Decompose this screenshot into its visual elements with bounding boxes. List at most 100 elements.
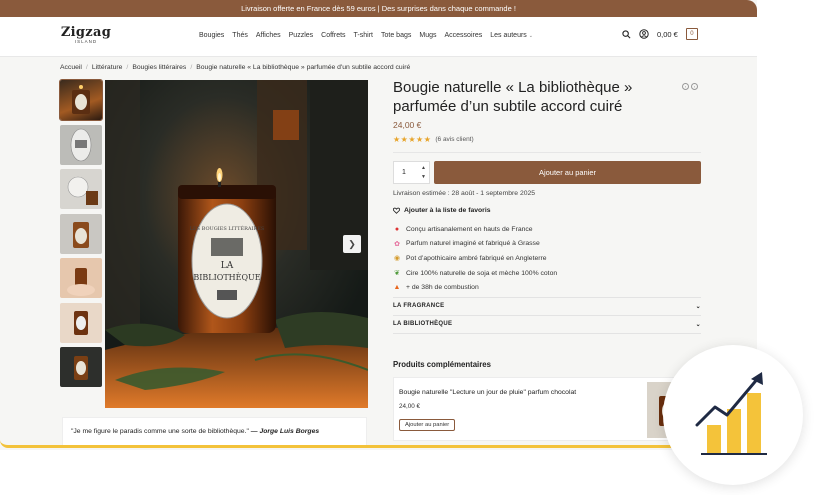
candle-photo: LES BOUGIES LITTÉRAIRES LA BIBLIOTHÈQUE — [105, 80, 368, 408]
quantity-stepper[interactable]: 1 ▲ ▼ — [393, 161, 430, 184]
breadcrumb-item[interactable]: Littérature — [92, 64, 123, 71]
product-main-image[interactable]: LES BOUGIES LITTÉRAIRES LA BIBLIOTHÈQUE … — [105, 80, 368, 408]
accordion-bibliotheque[interactable]: LA BIBLIOTHÈQUE ⌄ — [393, 314, 701, 333]
heart-icon — [393, 207, 400, 214]
product-info: ‹ › Bougie naturelle « La bibliothèque »… — [393, 78, 701, 441]
add-to-cart-row: 1 ▲ ▼ Ajouter au panier — [393, 161, 701, 184]
quote-text: "Je me figure le paradis comme une sorte… — [71, 428, 249, 435]
accordion: LA FRAGRANCE ⌄ LA BIBLIOTHÈQUE ⌄ — [393, 296, 701, 334]
account-icon[interactable] — [639, 29, 649, 39]
thumbnail[interactable] — [60, 124, 102, 165]
jar-label-line1: LES BOUGIES LITTÉRAIRES — [190, 224, 265, 232]
chevron-down-icon[interactable]: ▼ — [421, 173, 426, 182]
related-product-price: 24,00 € — [399, 402, 421, 410]
wishlist-link[interactable]: Ajouter à la liste de favoris — [393, 207, 701, 214]
thumbnail[interactable] — [59, 79, 103, 121]
thumbnail[interactable] — [60, 347, 102, 387]
feature-text: Conçu artisanalement en hauts de France — [406, 225, 533, 233]
pin-icon: ● — [394, 225, 400, 233]
thumbnail-strip — [59, 79, 103, 392]
rating-row: ★★★★★ (6 avis client) — [393, 135, 701, 144]
cart-count: 0 — [690, 31, 694, 37]
next-product-icon[interactable]: › — [691, 83, 698, 90]
candle-thumbnail-image — [72, 85, 90, 114]
nav-item-label: Les auteurs — [490, 32, 527, 39]
search-icon[interactable] — [622, 29, 631, 39]
star-rating: ★★★★★ — [393, 135, 432, 144]
breadcrumb-item[interactable]: Bougies littéraires — [132, 64, 186, 71]
chevron-right-icon[interactable]: ❯ — [343, 235, 361, 253]
flower-icon: ✿ — [394, 240, 400, 248]
nav-item-thes[interactable]: Thés — [232, 32, 248, 39]
cart-total[interactable]: 0,00 € — [657, 30, 678, 39]
cart-icon[interactable]: 0 — [685, 28, 698, 40]
prev-product-icon[interactable]: ‹ — [682, 83, 689, 90]
related-product-name[interactable]: Bougie naturelle "Lecture un jour de plu… — [399, 389, 576, 396]
nav-item-bougies[interactable]: Bougies — [199, 32, 224, 39]
delivery-estimate: Livraison estimée : 28 août - 1 septembr… — [393, 190, 536, 197]
related-add-to-cart-button[interactable]: Ajouter au panier — [399, 418, 456, 431]
feature-item: ▲ + de 38h de combustion — [393, 280, 701, 295]
related-product-card[interactable]: Bougie naturelle "Lecture un jour de plu… — [393, 376, 701, 441]
jar-icon: ◉ — [393, 255, 401, 263]
nav-item-mugs[interactable]: Mugs — [419, 32, 436, 39]
breadcrumb-separator: / — [190, 64, 193, 71]
product-pagination: ‹ › — [682, 83, 698, 90]
feature-list: ● Conçu artisanalement en hauts de France… — [393, 222, 701, 295]
main-nav: Bougies Thés Affiches Puzzles Coffrets T… — [199, 32, 533, 39]
shelf-thumbnail-image — [74, 356, 88, 380]
browser-frame: Livraison offerte en France dès 59 euros… — [0, 0, 757, 450]
accordion-fragrance[interactable]: LA FRAGRANCE ⌄ — [393, 296, 701, 315]
feature-item: ❦ Cire 100% naturelle de soja et mèche 10… — [393, 266, 701, 281]
feature-item: ◉ Pot d’apothicaire ambré fabriqué en Ang… — [393, 251, 701, 266]
thumbnail[interactable] — [60, 213, 102, 254]
nav-item-accessoires[interactable]: Accessoires — [444, 32, 482, 39]
label-thumbnail-image — [70, 128, 92, 161]
jar-label-line2: LA — [221, 261, 234, 271]
nav-item-puzzles[interactable]: Puzzles — [289, 32, 314, 39]
breadcrumb-separator: / — [126, 64, 129, 71]
breadcrumb-item[interactable]: Accueil — [60, 64, 82, 71]
frame-accent-border — [0, 440, 757, 448]
nav-item-tote-bags[interactable]: Tote bags — [381, 32, 411, 39]
leaf-icon: ❦ — [394, 270, 400, 278]
flame-icon: ▲ — [393, 284, 401, 292]
feature-text: Parfum naturel imaginé et fabriqué à Gra… — [406, 240, 540, 248]
chevron-down-icon: ⌄ — [695, 303, 701, 310]
wishlist-label: Ajouter à la liste de favoris — [404, 207, 491, 214]
quantity-value[interactable]: 1 — [402, 169, 406, 176]
accordion-label: LA BIBLIOTHÈQUE — [393, 321, 453, 328]
breadcrumb-separator: / — [85, 64, 88, 71]
thumbnail[interactable] — [60, 169, 102, 209]
accordion-label: LA FRAGRANCE — [393, 303, 445, 310]
promo-text: Livraison offerte en France dès 59 euros… — [241, 4, 516, 13]
quote-author: — Jorge Luis Borges — [250, 428, 320, 435]
feature-text: Pot d’apothicaire ambré fabriqué en Angl… — [406, 254, 547, 262]
nav-item-coffrets[interactable]: Coffrets — [321, 32, 345, 39]
feature-text: + de 38h de combustion — [406, 284, 479, 292]
site-header: Zigzag ISLAND Bougies Thés Affiches Puzz… — [0, 17, 757, 57]
add-to-cart-button[interactable]: Ajouter au panier — [434, 161, 701, 184]
feature-item: ✿ Parfum naturel imaginé et fabriqué à Gr… — [393, 237, 701, 252]
jar-label-line3: BIBLIOTHÈQUE — [193, 273, 260, 282]
stepper-arrows[interactable]: ▲ ▼ — [421, 164, 426, 182]
product-price: 24,00 € — [393, 120, 422, 130]
chevron-down-icon: ⌄ — [528, 33, 533, 39]
related-title: Produits complémentaires — [393, 359, 491, 369]
nav-item-les-auteurs[interactable]: Les auteurs ⌄ — [490, 32, 533, 39]
product-title: Bougie naturelle « La bibliothèque » par… — [393, 79, 633, 115]
hands-thumbnail-image — [74, 310, 88, 335]
thumbnail[interactable] — [60, 302, 102, 343]
nav-item-tshirt[interactable]: T-shirt — [354, 32, 373, 39]
logo[interactable]: Zigzag ISLAND — [60, 25, 112, 44]
promo-bar: Livraison offerte en France dès 59 euros… — [0, 0, 757, 17]
chevron-up-icon[interactable]: ▲ — [421, 164, 426, 173]
thumbnail[interactable] — [60, 258, 102, 298]
logo-main: Zigzag — [60, 25, 112, 40]
header-icons: 0,00 € 0 — [622, 28, 698, 40]
feature-text: Cire 100% naturelle de soja et mèche 100… — [406, 269, 558, 277]
nav-item-affiches[interactable]: Affiches — [256, 32, 281, 39]
review-count[interactable]: (6 avis client) — [435, 136, 473, 143]
growth-chart-badge — [663, 345, 803, 485]
bar-chart-icon — [695, 372, 767, 455]
